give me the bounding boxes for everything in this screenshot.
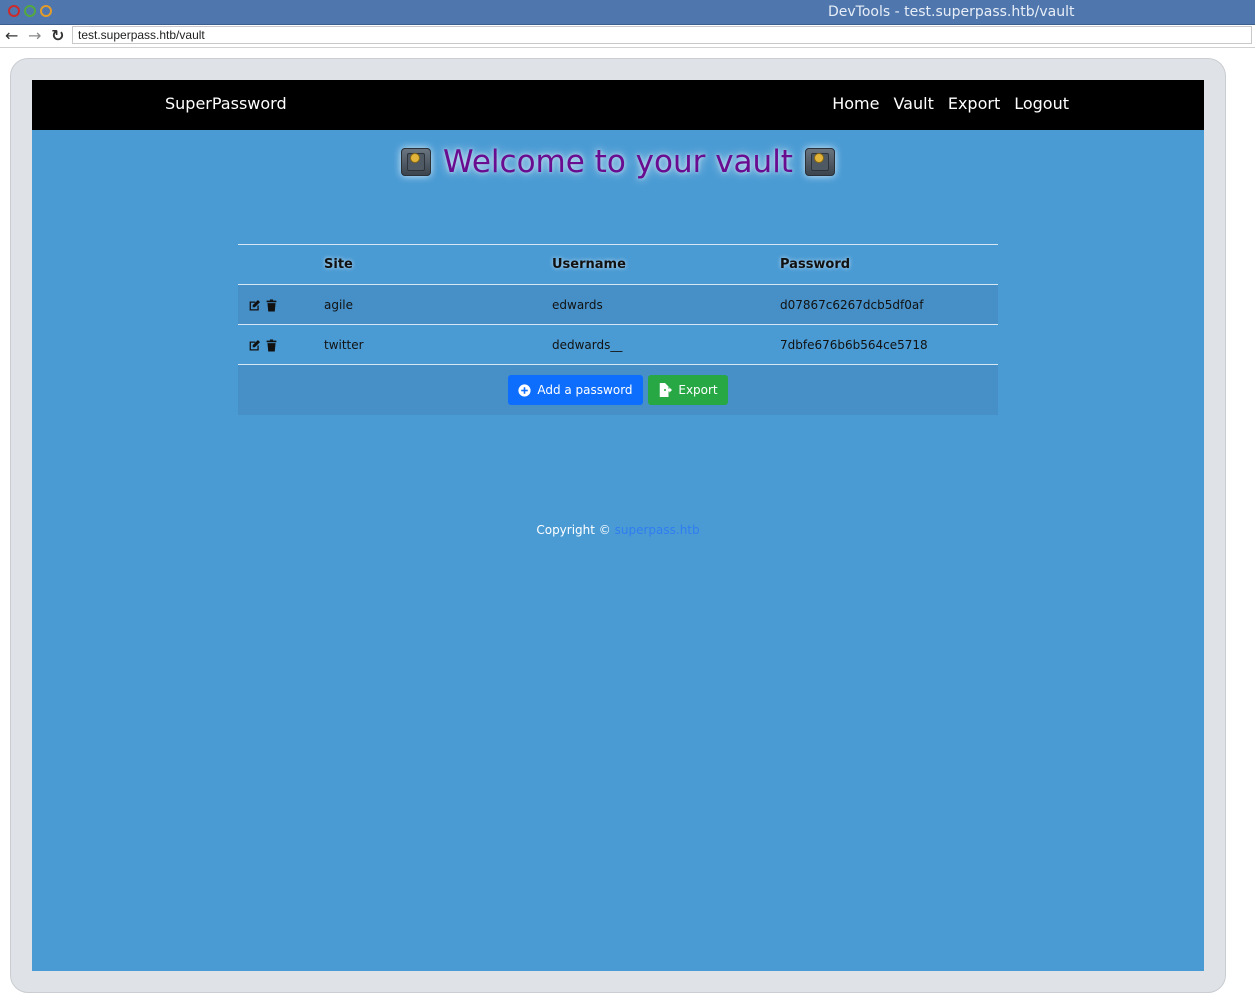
window-title: DevTools - test.superpass.htb/vault — [828, 4, 1075, 20]
minimize-window-button[interactable] — [24, 5, 36, 17]
reload-icon[interactable]: ↻ — [51, 27, 64, 45]
page-viewport: SuperPassword Home Vault Export Logout W… — [32, 80, 1204, 971]
address-bar: ← → ↻ test.superpass.htb/vault — [0, 25, 1255, 48]
header-actions — [238, 244, 324, 285]
table-actions-cell: Add a password Export — [238, 364, 998, 415]
navbar: SuperPassword Home Vault Export Logout — [32, 80, 1204, 130]
page-title: Welcome to your vault — [443, 144, 793, 180]
nav-export[interactable]: Export — [948, 94, 1000, 113]
header-username: Username — [552, 244, 780, 285]
nav-links: Home Vault Export Logout — [832, 94, 1069, 113]
nav-vault[interactable]: Vault — [893, 94, 933, 113]
footer-link[interactable]: superpass.htb — [615, 523, 700, 537]
add-password-button[interactable]: Add a password — [508, 375, 643, 405]
safe-icon — [401, 148, 432, 176]
plus-circle-icon — [518, 383, 531, 397]
close-window-button[interactable] — [8, 5, 20, 17]
nav-logout[interactable]: Logout — [1014, 94, 1069, 113]
trash-icon[interactable] — [265, 338, 278, 352]
window-controls — [8, 5, 52, 17]
cell-site: agile — [324, 284, 552, 325]
safe-icon — [804, 148, 835, 176]
cell-username: edwards — [552, 284, 780, 325]
cell-site: twitter — [324, 324, 552, 365]
header-site: Site — [324, 244, 552, 285]
page-heading: Welcome to your vault — [32, 144, 1204, 180]
export-button[interactable]: Export — [648, 375, 728, 405]
header-password: Password — [780, 244, 998, 285]
edit-icon[interactable] — [248, 339, 261, 352]
cell-username: dedwards__ — [552, 324, 780, 365]
copyright-text: Copyright © — [536, 523, 611, 537]
table-header-row: Site Username Password — [238, 244, 998, 285]
file-export-icon — [660, 383, 673, 397]
nav-home[interactable]: Home — [832, 94, 879, 113]
brand-link[interactable]: SuperPassword — [165, 94, 287, 113]
edit-icon[interactable] — [248, 299, 261, 312]
table-row: twitter dedwards__ 7dbfe676b6b564ce5718 — [238, 324, 998, 365]
row-actions — [238, 284, 324, 325]
table-actions-row: Add a password Export — [238, 364, 998, 415]
cell-password: 7dbfe676b6b564ce5718 — [780, 324, 998, 365]
window-titlebar: DevTools - test.superpass.htb/vault — [0, 0, 1255, 25]
back-arrow-icon[interactable]: ← — [5, 27, 18, 45]
trash-icon[interactable] — [265, 298, 278, 312]
forward-arrow-icon[interactable]: → — [28, 27, 41, 45]
copyright: Copyright © superpass.htb — [32, 523, 1204, 537]
maximize-window-button[interactable] — [40, 5, 52, 17]
cell-password: d07867c6267dcb5df0af — [780, 284, 998, 325]
row-actions — [238, 324, 324, 365]
table-row: agile edwards d07867c6267dcb5df0af — [238, 284, 998, 325]
url-input[interactable]: test.superpass.htb/vault — [72, 26, 1252, 44]
export-label: Export — [678, 383, 718, 397]
vault-table: Site Username Password agile edwards d07… — [238, 244, 998, 415]
add-password-label: Add a password — [537, 383, 633, 397]
